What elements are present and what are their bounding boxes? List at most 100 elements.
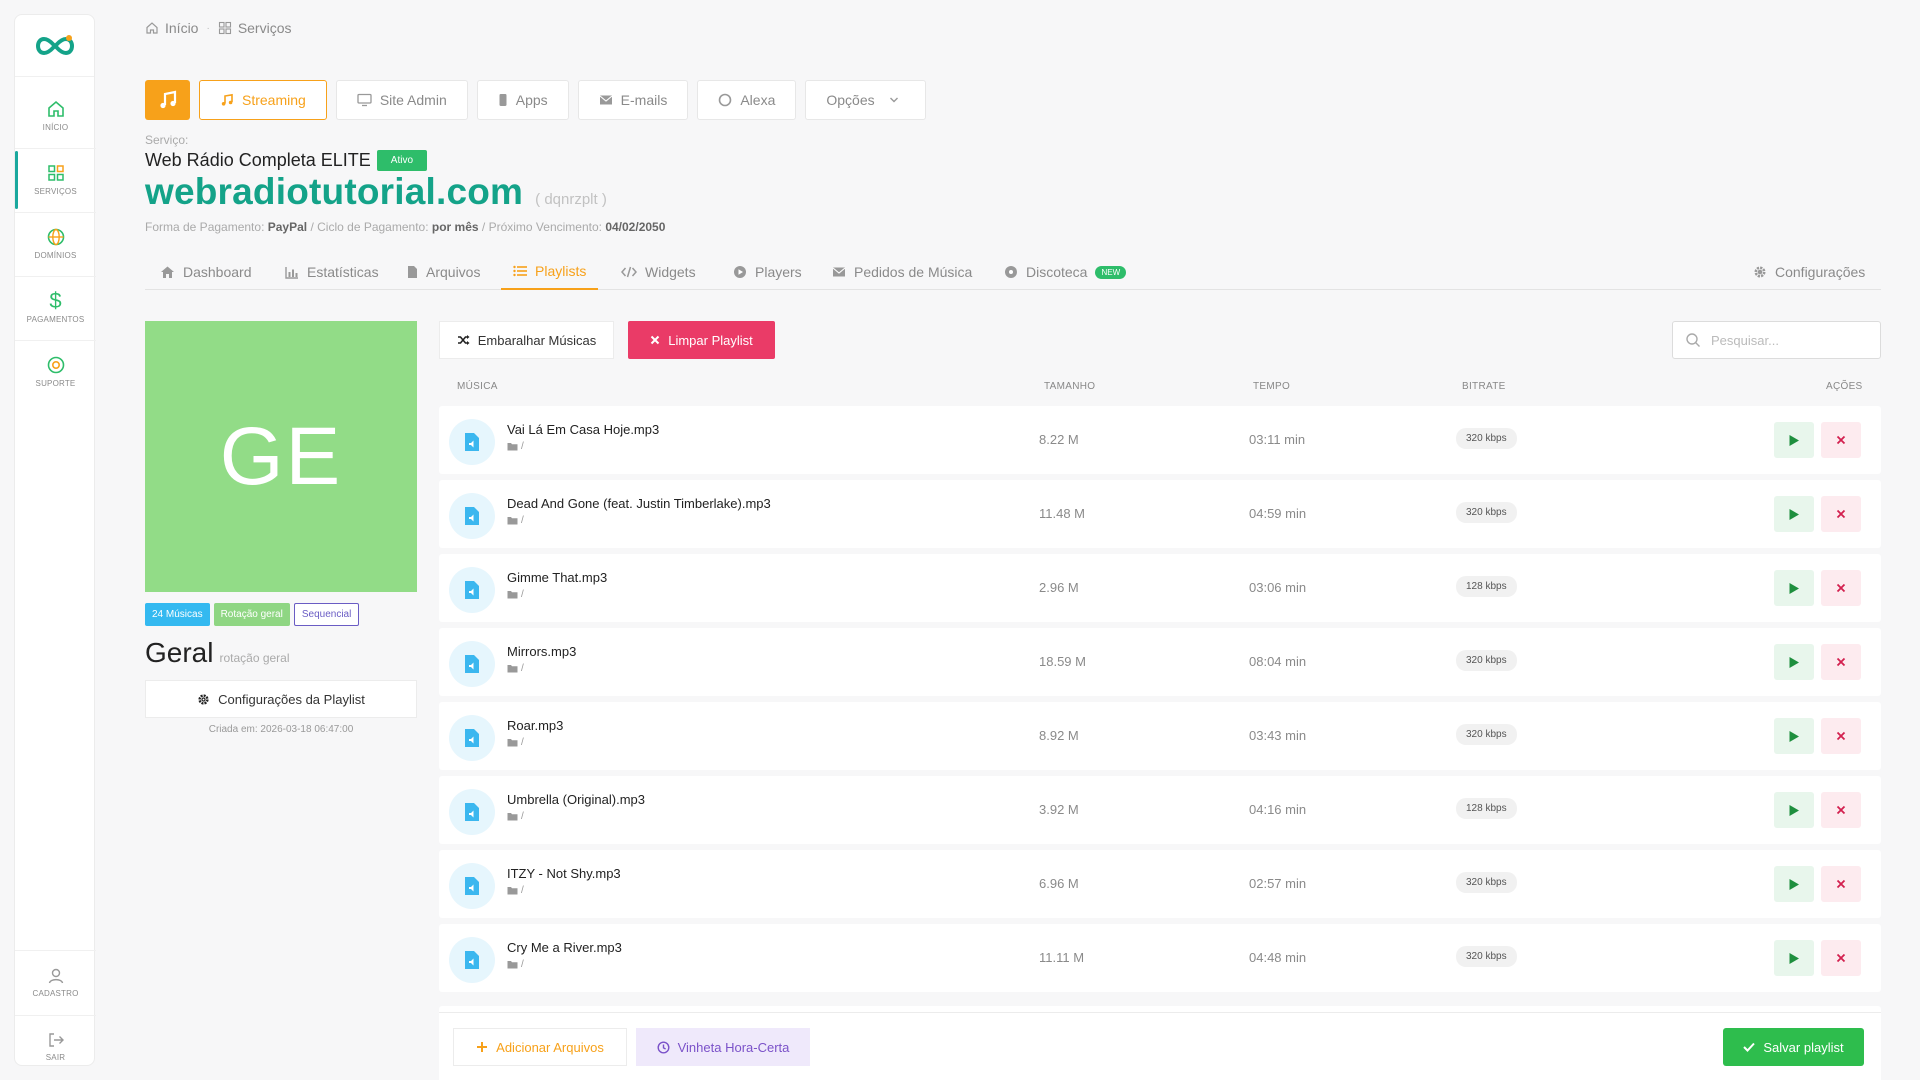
clear-playlist-button[interactable]: Limpar Playlist — [628, 321, 775, 359]
play-button[interactable] — [1774, 792, 1814, 828]
sidebar-item-cadastro[interactable]: Cadastro — [15, 952, 96, 1012]
song-size: 11.11 M — [1039, 950, 1085, 965]
logo[interactable] — [15, 15, 94, 77]
remove-button[interactable] — [1821, 644, 1861, 680]
song-path: / — [507, 441, 524, 452]
table-row: Dead And Gone (feat. Justin Timberlake).… — [439, 480, 1881, 548]
play-circle-icon — [734, 266, 746, 278]
tab-playlists[interactable]: Playlists — [501, 254, 599, 290]
song-name: Dead And Gone (feat. Justin Timberlake).… — [507, 496, 771, 511]
header-bitrate: Bitrate — [1462, 381, 1506, 392]
sidebar-item-inicio[interactable]: Início — [15, 85, 96, 145]
tab-streaming[interactable]: Streaming — [199, 80, 327, 120]
close-icon — [651, 335, 660, 345]
folder-icon — [507, 665, 518, 673]
play-button[interactable] — [1774, 496, 1814, 532]
tag-rotation: Rotação geral — [213, 603, 290, 626]
shuffle-button[interactable]: Embaralhar Músicas — [439, 321, 614, 359]
song-size: 11.48 M — [1039, 506, 1086, 521]
tab-arquivos[interactable]: Arquivos — [407, 254, 480, 290]
monitor-icon — [357, 93, 372, 107]
search-input[interactable] — [1711, 332, 1871, 348]
tab-apps[interactable]: Apps — [476, 80, 569, 120]
remove-button[interactable] — [1821, 496, 1861, 532]
song-time: 03:06 min — [1249, 580, 1307, 595]
remove-button[interactable] — [1821, 940, 1861, 976]
bitrate-badge: 320 kbps — [1456, 502, 1517, 523]
service-label: Serviço: — [145, 133, 189, 147]
song-path: / — [507, 663, 524, 674]
audio-file-icon — [449, 937, 495, 983]
tab-discoteca[interactable]: Discoteca NEW — [1004, 254, 1127, 290]
play-icon — [1789, 952, 1799, 964]
play-icon — [1789, 434, 1799, 446]
remove-button[interactable] — [1821, 718, 1861, 754]
bitrate-badge: 128 kbps — [1456, 576, 1517, 597]
song-name: Vai Lá Em Casa Hoje.mp3 — [507, 422, 660, 437]
sidebar-item-servicos[interactable]: Serviços — [15, 149, 96, 209]
breadcrumb: Início · Serviços — [145, 20, 292, 36]
tab-estatisticas[interactable]: Estatísticas — [285, 254, 379, 290]
breadcrumb-home[interactable]: Início — [145, 20, 198, 36]
song-size: 2.96 M — [1039, 580, 1079, 595]
playlist-settings-button[interactable]: Configurações da Playlist — [145, 680, 417, 718]
remove-button[interactable] — [1821, 570, 1861, 606]
tab-opcoes[interactable]: Opções — [805, 80, 926, 120]
sidebar-item-pagamentos[interactable]: $ Pagamentos — [15, 277, 96, 337]
folder-icon — [507, 961, 518, 969]
header-size: Tamanho — [1044, 381, 1096, 392]
add-files-button[interactable]: Adicionar Arquivos — [453, 1028, 627, 1066]
tab-alexa[interactable]: Alexa — [697, 80, 797, 120]
song-path: / — [507, 515, 524, 526]
play-button[interactable] — [1774, 570, 1814, 606]
play-button[interactable] — [1774, 644, 1814, 680]
play-icon — [1789, 878, 1799, 890]
bitrate-badge: 320 kbps — [1456, 428, 1517, 449]
code-icon — [621, 266, 637, 278]
bitrate-badge: 320 kbps — [1456, 946, 1517, 967]
tab-configuracoes[interactable]: Configurações — [1753, 254, 1865, 290]
tab-players[interactable]: Players — [733, 254, 802, 290]
play-icon — [1789, 582, 1799, 594]
new-badge: NEW — [1095, 265, 1127, 279]
breadcrumb-current[interactable]: Serviços — [218, 20, 292, 36]
status-badge: Ativo — [376, 150, 428, 171]
sidebar-item-suporte[interactable]: Suporte — [15, 341, 96, 401]
sidebar-item-sair[interactable]: Sair — [15, 1016, 96, 1076]
tab-emails[interactable]: E-mails — [577, 80, 689, 120]
envelope-icon — [832, 267, 846, 277]
song-path: / — [507, 959, 524, 970]
folder-icon — [507, 887, 518, 895]
play-button[interactable] — [1774, 866, 1814, 902]
audio-file-icon — [449, 419, 495, 465]
sidebar-item-dominios[interactable]: Domínios — [15, 213, 96, 273]
remove-button[interactable] — [1821, 422, 1861, 458]
bitrate-badge: 320 kbps — [1456, 650, 1517, 671]
song-size: 8.92 M — [1039, 728, 1079, 743]
tab-widgets[interactable]: Widgets — [621, 254, 696, 290]
song-time: 08:04 min — [1249, 654, 1307, 669]
tab-pedidos-musica[interactable]: Pedidos de Música — [832, 254, 972, 290]
save-playlist-button[interactable]: Salvar playlist — [1723, 1028, 1864, 1066]
tab-site-admin[interactable]: Site Admin — [335, 80, 468, 120]
play-button[interactable] — [1774, 940, 1814, 976]
remove-button[interactable] — [1821, 866, 1861, 902]
section-tabs: Dashboard Estatísticas Arquivos Playlist… — [145, 254, 1881, 290]
remove-button[interactable] — [1821, 792, 1861, 828]
tab-dashboard[interactable]: Dashboard — [160, 254, 252, 290]
payment-cycle: por mês — [431, 220, 479, 234]
close-icon — [1836, 805, 1846, 815]
bitrate-badge: 128 kbps — [1456, 798, 1517, 819]
close-icon — [1836, 583, 1846, 593]
song-name: Cry Me a River.mp3 — [507, 940, 622, 955]
play-button[interactable] — [1774, 422, 1814, 458]
disc-icon — [1005, 266, 1017, 278]
music-service-icon[interactable] — [145, 80, 190, 120]
play-button[interactable] — [1774, 718, 1814, 754]
folder-icon — [507, 813, 518, 821]
time-jingle-button[interactable]: Vinheta Hora-Certa — [636, 1028, 810, 1066]
table-row: Cry Me a River.mp3 / 11.11 M 04:48 min 3… — [439, 924, 1881, 992]
chevron-down-icon — [889, 97, 898, 103]
close-icon — [1836, 879, 1846, 889]
song-path: / — [507, 885, 524, 896]
